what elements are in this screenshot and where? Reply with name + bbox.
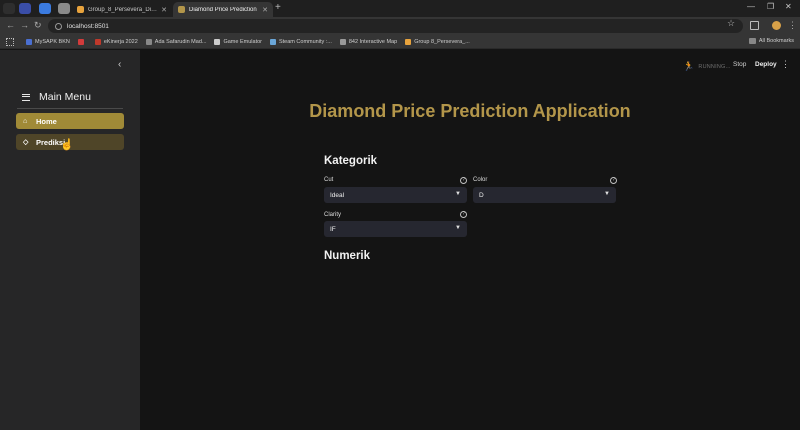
- page-title: Diamond Price Prediction Application: [309, 101, 631, 121]
- avatar[interactable]: [772, 21, 781, 30]
- bookmark-favicon-icon: [94, 38, 101, 45]
- streamlit-icon: [178, 6, 185, 13]
- apps-grid-icon[interactable]: [6, 37, 14, 46]
- forward-icon[interactable]: →: [20, 20, 29, 30]
- tab-group-8-notebook[interactable]: Group_8_Persevera_Diamond_Pr ✕: [72, 2, 172, 17]
- bookmark-item[interactable]: eKinerja 2022: [94, 38, 138, 45]
- colab-icon: [77, 6, 84, 13]
- tab-diamond-price-prediction[interactable]: Diamond Price Prediction ✕: [173, 2, 273, 17]
- help-icon[interactable]: ?: [460, 177, 467, 184]
- help-icon[interactable]: ?: [460, 211, 467, 218]
- bookmark-label: eKinerja 2022: [103, 38, 138, 45]
- chevron-down-icon: ▼: [455, 191, 461, 197]
- bookmark-favicon-icon: [26, 38, 32, 45]
- main-menu-icon[interactable]: ⋮: [781, 59, 790, 70]
- all-bookmarks-label: All Bookmarks: [758, 38, 794, 44]
- sidebar: ‹ Main Menu ⌂ Home ◇ Prediksi: [0, 50, 140, 430]
- bookmark-label: Steam Community :...: [278, 38, 332, 45]
- clarity-label: Clarity: [324, 212, 342, 218]
- bookmark-star-icon[interactable]: ☆: [727, 18, 735, 29]
- close-icon[interactable]: ✕: [161, 6, 167, 14]
- bookmark-item[interactable]: Game Emulator: [214, 38, 262, 45]
- browser-menu-icon[interactable]: ⋮: [788, 20, 797, 31]
- menu-title: Main Menu: [39, 91, 91, 103]
- color-value: D: [479, 191, 484, 199]
- tab-search-button[interactable]: [3, 3, 15, 14]
- status-text: RUNNING...: [698, 63, 731, 70]
- pinned-tab-1[interactable]: [19, 3, 31, 14]
- bookmark-item[interactable]: Ada Safarudin Mad...: [145, 38, 207, 45]
- folder-icon: [748, 38, 756, 44]
- pinned-tab-2[interactable]: [39, 3, 51, 14]
- color-select[interactable]: D ▼: [473, 187, 616, 203]
- new-tab-button[interactable]: +: [275, 2, 281, 13]
- bookmark-favicon-icon: [339, 38, 346, 45]
- browser-tab-bar: Group_8_Persevera_Diamond_Pr ✕ Diamond P…: [0, 0, 800, 17]
- bookmark-item[interactable]: Group 8_Persevera_...: [405, 38, 470, 45]
- section-numerik: Numerik: [324, 250, 371, 262]
- bookmark-favicon-icon: [269, 38, 276, 45]
- stop-button[interactable]: Stop: [733, 61, 746, 68]
- bookmark-item[interactable]: MySAPK BKN: [26, 38, 70, 45]
- hamburger-icon: [22, 93, 30, 101]
- running-status: 🏃 RUNNING...: [683, 61, 731, 72]
- bookmark-item[interactable]: [77, 38, 87, 45]
- bookmark-label: Ada Safarudin Mad...: [154, 38, 207, 45]
- cut-label: Cut: [324, 177, 334, 183]
- bookmark-favicon-icon: [77, 38, 84, 45]
- maximize-icon[interactable]: ❐: [767, 2, 774, 11]
- bookmark-favicon-icon: [214, 38, 221, 45]
- bookmark-item[interactable]: Steam Community :...: [269, 38, 332, 45]
- clarity-value: IF: [330, 225, 336, 233]
- collapse-sidebar-icon[interactable]: ‹: [118, 59, 121, 70]
- tab-title: Diamond Price Prediction: [189, 6, 257, 13]
- pinned-tab-3[interactable]: [58, 3, 70, 14]
- all-bookmarks[interactable]: All Bookmarks: [748, 38, 794, 44]
- divider: [17, 108, 123, 109]
- main-content: 🏃 RUNNING... Stop Deploy ⋮ Diamond Price…: [140, 50, 800, 430]
- bookmark-favicon-icon: [405, 38, 412, 45]
- cut-select[interactable]: Ideal ▼: [324, 187, 467, 203]
- bookmark-label: Group 8_Persevera_...: [414, 38, 470, 45]
- site-info-icon[interactable]: [55, 22, 62, 30]
- diamond-icon: ◇: [23, 139, 29, 146]
- window-close-icon[interactable]: ✕: [785, 2, 792, 11]
- home-icon: ⌂: [23, 117, 28, 125]
- close-icon[interactable]: ✕: [262, 6, 268, 14]
- bookmark-item[interactable]: 842 Interactive Map: [339, 38, 398, 45]
- sidebar-item-home[interactable]: ⌂ Home: [16, 113, 124, 129]
- clarity-select[interactable]: IF ▼: [324, 221, 467, 237]
- reload-icon[interactable]: ↻: [34, 20, 42, 31]
- bookmarks-bar: MySAPK BKN eKinerja 2022 Ada Safarudin Mad…: [0, 35, 800, 49]
- help-icon[interactable]: ?: [610, 177, 617, 184]
- cut-value: Ideal: [330, 191, 345, 199]
- bookmark-favicon-icon: [145, 38, 152, 45]
- bookmark-label: 842 Interactive Map: [348, 38, 398, 45]
- chevron-down-icon: ▼: [455, 225, 461, 231]
- url-text: localhost:8501: [67, 22, 109, 30]
- address-bar[interactable]: localhost:8501: [48, 19, 743, 33]
- chevron-down-icon: ▼: [604, 191, 610, 197]
- menu-header: Main Menu: [22, 91, 91, 103]
- bookmark-label: MySAPK BKN: [35, 38, 70, 45]
- running-man-icon: 🏃: [683, 61, 695, 71]
- browser-toolbar: ← → ↻ localhost:8501 ☆ ⋮: [0, 17, 800, 35]
- mouse-cursor-icon: ☝: [60, 139, 74, 151]
- section-kategorik: Kategorik: [324, 155, 378, 167]
- sidebar-item-label: Home: [36, 116, 57, 126]
- extensions-icon[interactable]: [750, 21, 759, 30]
- bookmark-label: Game Emulator: [223, 38, 262, 45]
- color-label: Color: [473, 177, 488, 183]
- bookmark-list: MySAPK BKN eKinerja 2022 Ada Safarudin Mad…: [26, 38, 478, 45]
- deploy-button[interactable]: Deploy: [755, 61, 777, 68]
- back-icon[interactable]: ←: [6, 20, 15, 30]
- tab-title: Group_8_Persevera_Diamond_Pr: [88, 6, 158, 13]
- minimize-icon[interactable]: —: [747, 2, 755, 11]
